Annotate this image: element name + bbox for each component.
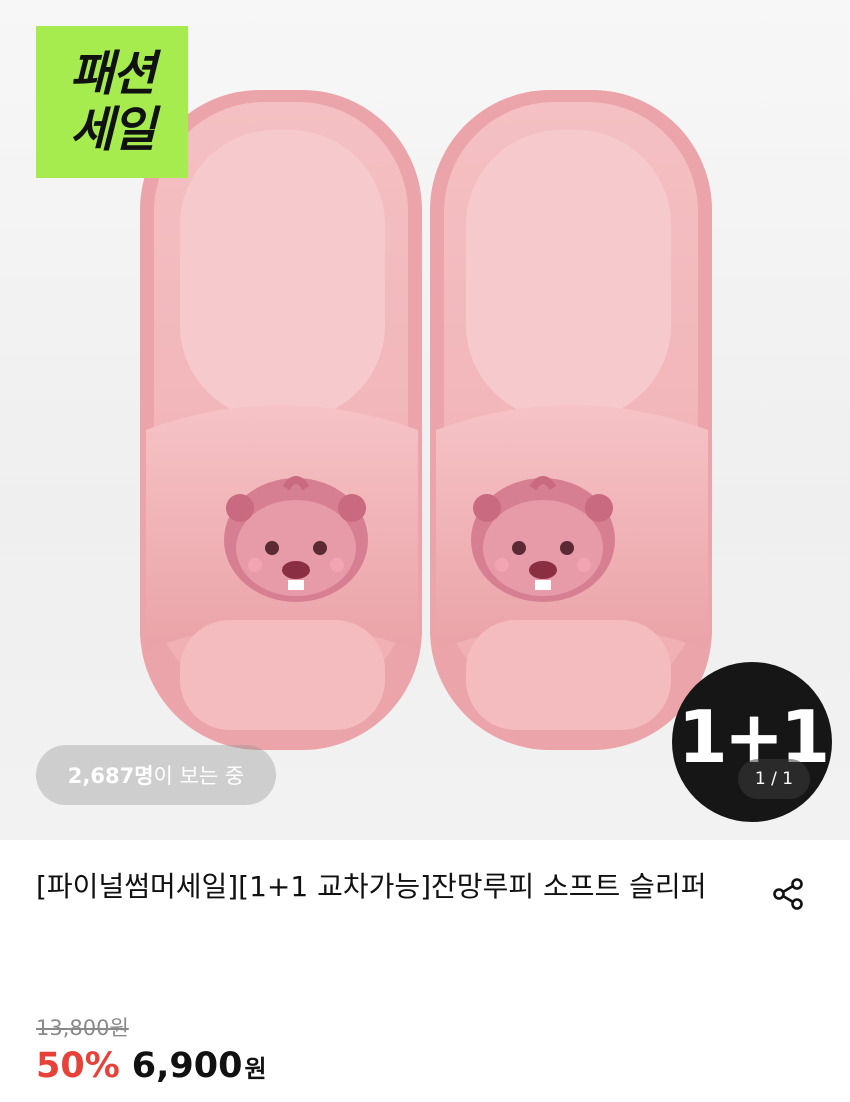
product-gallery[interactable]: 패션 세일 2,687명 이 보는 중 1+1 1 / 1 [0, 0, 850, 840]
viewer-count: 2,687명 [67, 764, 154, 788]
product-title: [파이널썸머세일][1+1 교차가능]잔망루피 소프트 슬리퍼 [36, 870, 707, 903]
fashion-sale-badge: 패션 세일 [36, 26, 188, 178]
left-slipper [140, 90, 422, 750]
product-info: [파이널썸머세일][1+1 교차가능]잔망루피 소프트 슬리퍼 13,800원 … [0, 840, 850, 1102]
discount-rate: 50% [36, 1046, 120, 1086]
share-icon [773, 878, 803, 910]
right-slipper [430, 90, 712, 750]
share-button[interactable] [768, 874, 808, 914]
viewer-count-suffix: 이 보는 중 [153, 764, 245, 788]
sale-price: 6,900 [131, 1046, 243, 1086]
image-page-counter: 1 / 1 [738, 759, 810, 799]
price-row: 50% 6,900 원 [36, 1046, 267, 1086]
original-price: 13,800원 [36, 1016, 129, 1040]
viewer-count-pill: 2,687명 이 보는 중 [36, 745, 276, 805]
currency-unit: 원 [244, 1055, 267, 1083]
sale-badge-line1: 패션 [69, 46, 156, 102]
sale-badge-line2: 세일 [69, 102, 156, 158]
